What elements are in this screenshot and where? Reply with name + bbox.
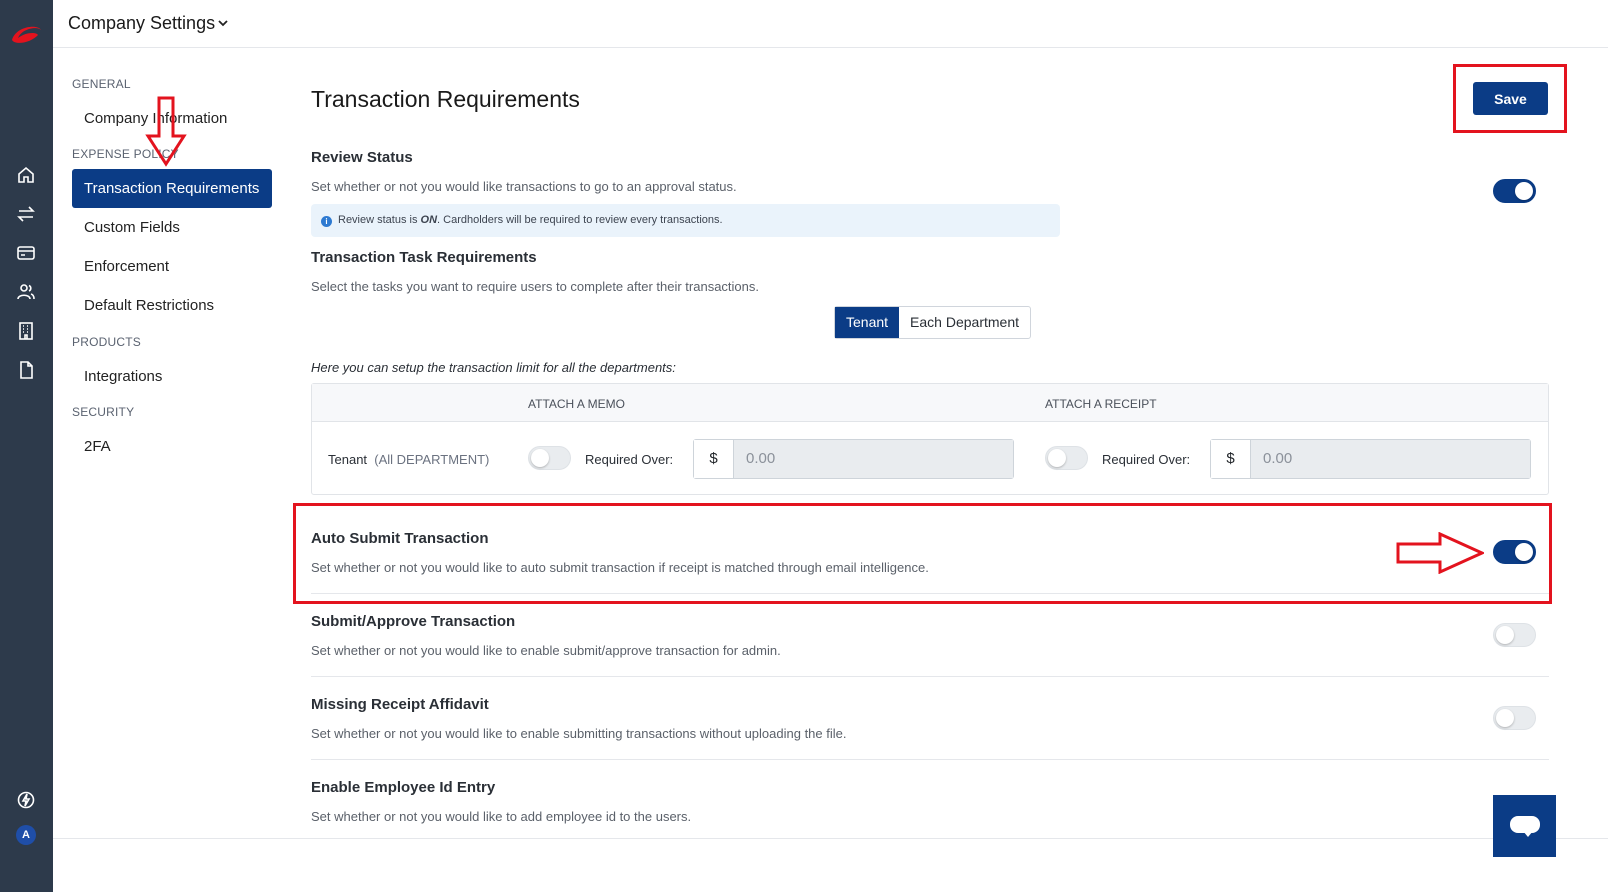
sidebar-item-enforcement[interactable]: Enforcement bbox=[72, 247, 272, 286]
header-attach-receipt: ATTACH A RECEIPT bbox=[1045, 397, 1157, 411]
chat-widget-button[interactable] bbox=[1493, 795, 1556, 857]
annotation-down-arrow bbox=[145, 96, 187, 167]
sidebar-item-transaction-requirements[interactable]: Transaction Requirements bbox=[72, 169, 272, 208]
segment-each-department[interactable]: Each Department bbox=[899, 307, 1030, 338]
save-button[interactable]: Save bbox=[1473, 82, 1548, 115]
section-security: SECURITY bbox=[72, 405, 135, 419]
missing-receipt-description: Set whether or not you would like to ena… bbox=[311, 726, 847, 741]
document-icon[interactable] bbox=[16, 360, 36, 380]
sidebar-item-integrations[interactable]: Integrations bbox=[72, 357, 272, 396]
header-attach-memo: ATTACH A MEMO bbox=[528, 397, 625, 411]
annotation-right-arrow bbox=[1396, 532, 1484, 574]
review-status-description: Set whether or not you would like transa… bbox=[311, 179, 737, 194]
memo-amount-input[interactable]: 0.00 bbox=[734, 440, 1013, 478]
review-status-toggle[interactable] bbox=[1493, 179, 1536, 203]
memo-required-label: Required Over: bbox=[585, 452, 674, 467]
segment-tenant[interactable]: Tenant bbox=[835, 307, 900, 338]
requirements-table: ATTACH A MEMO ATTACH A RECEIPT Tenant (A… bbox=[311, 383, 1549, 495]
avatar[interactable]: A bbox=[16, 825, 36, 845]
sidebar-item-2fa[interactable]: 2FA bbox=[72, 427, 272, 466]
chevron-down-icon[interactable] bbox=[216, 16, 230, 30]
support-icon[interactable] bbox=[16, 790, 36, 810]
employee-id-heading: Enable Employee Id Entry bbox=[311, 779, 496, 796]
missing-receipt-heading: Missing Receipt Affidavit bbox=[311, 696, 489, 713]
settings-sidebar: GENERAL Company Information EXPENSE POLI… bbox=[53, 48, 293, 838]
users-icon[interactable] bbox=[16, 282, 36, 302]
task-requirements-description: Select the tasks you want to require use… bbox=[311, 279, 759, 294]
employee-id-description: Set whether or not you would like to add… bbox=[311, 809, 692, 824]
receipt-currency: $ bbox=[1211, 440, 1251, 478]
home-icon[interactable] bbox=[16, 165, 36, 185]
card-icon[interactable] bbox=[16, 243, 36, 263]
missing-receipt-toggle[interactable] bbox=[1493, 706, 1536, 730]
annotation-auto-submit-box bbox=[293, 503, 1552, 604]
receipt-toggle[interactable] bbox=[1045, 446, 1088, 470]
memo-amount-field[interactable]: $ 0.00 bbox=[693, 439, 1014, 479]
sidebar-item-default-restrictions[interactable]: Default Restrictions bbox=[72, 286, 272, 325]
main-content: Transaction Requirements Save Review Sta… bbox=[293, 48, 1608, 838]
sidebar-item-custom-fields[interactable]: Custom Fields bbox=[72, 208, 272, 247]
receipt-amount-input[interactable]: 0.00 bbox=[1251, 440, 1530, 478]
receipt-required-label: Required Over: bbox=[1102, 452, 1191, 467]
memo-currency: $ bbox=[694, 440, 734, 478]
submit-approve-description: Set whether or not you would like to ena… bbox=[311, 643, 781, 658]
auto-submit-toggle[interactable] bbox=[1493, 540, 1536, 564]
scope-segmented-control: Tenant Each Department bbox=[834, 306, 1031, 339]
review-status-heading: Review Status bbox=[311, 149, 413, 166]
table-row-name: Tenant (All DEPARTMENT) bbox=[328, 452, 490, 467]
bottom-divider bbox=[53, 838, 1608, 839]
section-general: GENERAL bbox=[72, 77, 131, 91]
transfer-icon[interactable] bbox=[16, 204, 36, 224]
company-settings-title[interactable]: Company Settings bbox=[68, 13, 215, 34]
divider bbox=[311, 593, 1549, 594]
auto-submit-heading: Auto Submit Transaction bbox=[311, 530, 489, 547]
task-requirements-heading: Transaction Task Requirements bbox=[311, 249, 537, 266]
page-title: Transaction Requirements bbox=[311, 86, 580, 112]
receipt-amount-field[interactable]: $ 0.00 bbox=[1210, 439, 1531, 479]
submit-approve-toggle[interactable] bbox=[1493, 623, 1536, 647]
brand-logo[interactable] bbox=[8, 22, 44, 48]
limit-note: Here you can setup the transaction limit… bbox=[311, 360, 676, 375]
divider bbox=[311, 676, 1549, 677]
top-bar: Company Settings bbox=[53, 0, 1608, 48]
icon-rail: A bbox=[0, 0, 53, 892]
building-icon[interactable] bbox=[16, 321, 36, 341]
submit-approve-heading: Submit/Approve Transaction bbox=[311, 613, 516, 630]
divider bbox=[311, 759, 1549, 760]
section-products: PRODUCTS bbox=[72, 335, 141, 349]
table-header: ATTACH A MEMO ATTACH A RECEIPT bbox=[312, 384, 1548, 422]
auto-submit-description: Set whether or not you would like to aut… bbox=[311, 560, 929, 575]
review-status-info: i Review status is ON. Cardholders will b… bbox=[311, 204, 1060, 237]
memo-toggle[interactable] bbox=[528, 446, 571, 470]
info-icon: i bbox=[321, 216, 332, 227]
